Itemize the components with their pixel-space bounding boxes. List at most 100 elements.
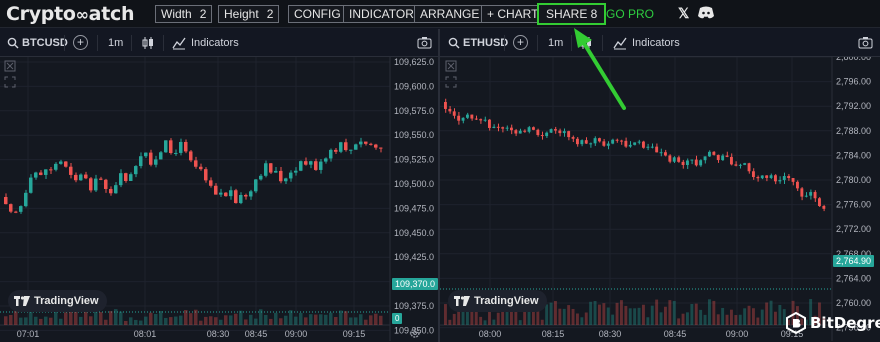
timeframe-selector[interactable]: 1m bbox=[108, 37, 123, 49]
top-toolbar: Crypto∞atch Width 2 Height 2 CONFIG INDICA… bbox=[0, 0, 880, 28]
candle-body bbox=[514, 130, 518, 134]
symbol-label[interactable]: BTCUSD bbox=[22, 37, 68, 49]
candle-body bbox=[725, 155, 729, 157]
y-tick-label: 2,772.00 bbox=[836, 224, 871, 234]
x-tick-label: 08:30 bbox=[599, 329, 622, 339]
add-chart-button[interactable]: + CHART bbox=[481, 5, 545, 23]
candle-body bbox=[54, 163, 58, 170]
volume-bar bbox=[379, 315, 383, 325]
fullscreen-icon[interactable] bbox=[445, 76, 457, 88]
candle-body bbox=[562, 131, 566, 134]
height-selector[interactable]: Height 2 bbox=[218, 5, 280, 23]
volume-bar bbox=[324, 314, 328, 325]
volume-bar bbox=[690, 304, 694, 325]
volume-bar bbox=[89, 316, 93, 325]
candle-body bbox=[611, 139, 615, 144]
candle-body bbox=[199, 166, 203, 170]
bitdegree-brand: BitDegree bbox=[786, 312, 880, 334]
indicators-button[interactable]: Indicators bbox=[191, 37, 239, 49]
candle-body bbox=[259, 175, 263, 180]
arrange-button[interactable]: ARRANGE bbox=[414, 5, 486, 23]
volume-bar bbox=[359, 314, 363, 325]
candle-body bbox=[79, 174, 83, 181]
discord-icon[interactable] bbox=[698, 6, 714, 19]
candle-body bbox=[194, 160, 198, 167]
y-tick-label: 109,425.0 bbox=[394, 252, 434, 262]
go-pro-link[interactable]: GO PRO bbox=[606, 7, 654, 21]
candle-body bbox=[169, 140, 173, 154]
candle-body bbox=[576, 138, 579, 145]
x-tick-label: 08:45 bbox=[245, 329, 268, 339]
camera-icon[interactable] bbox=[417, 36, 432, 49]
x-icon[interactable]: 𝕏 bbox=[678, 5, 689, 22]
candle-body bbox=[289, 172, 293, 179]
camera-icon[interactable] bbox=[858, 36, 873, 49]
indicators-icon[interactable] bbox=[172, 36, 186, 50]
chart-panel-btcusd[interactable]: BTCUSD + 1m Indicators 109,625.0 109,600.… bbox=[0, 29, 439, 342]
x-tick-label: 08:15 bbox=[542, 329, 565, 339]
x-tick-label: 08:00 bbox=[479, 329, 502, 339]
x-tick-label: 09:00 bbox=[726, 329, 749, 339]
volume-bar bbox=[64, 312, 68, 325]
volume-zero-tag: 0 bbox=[392, 313, 403, 324]
cryptowatch-logo[interactable]: Crypto∞atch bbox=[6, 3, 134, 25]
candle-style-icon[interactable] bbox=[142, 36, 154, 50]
tradingview-label: TradingView bbox=[474, 295, 539, 307]
indicators-button[interactable]: Indicators bbox=[632, 37, 680, 49]
candle-body bbox=[699, 160, 703, 166]
y-tick-label: 109,575.0 bbox=[394, 106, 434, 116]
candle-body bbox=[510, 127, 513, 131]
volume-bar bbox=[558, 308, 562, 325]
candle-body bbox=[24, 192, 28, 207]
chart-panel-ethusd[interactable]: ETHUSD + 1m Indicators 2,800.00 2,796.00 2… bbox=[440, 29, 880, 342]
volume-bar bbox=[179, 315, 183, 325]
volume-bar bbox=[224, 315, 228, 325]
collapse-icon[interactable] bbox=[4, 60, 16, 72]
candle-body bbox=[791, 178, 795, 182]
candle-body bbox=[589, 143, 593, 145]
candle-body bbox=[567, 131, 571, 138]
candle-body bbox=[804, 195, 808, 197]
width-selector[interactable]: Width 2 bbox=[155, 5, 213, 23]
volume-bar bbox=[721, 307, 725, 325]
collapse-icon[interactable] bbox=[445, 60, 457, 72]
candle-body bbox=[818, 198, 821, 207]
candle-body bbox=[99, 178, 103, 180]
candle-body bbox=[549, 129, 553, 133]
candle-body bbox=[114, 185, 118, 194]
candle-body bbox=[681, 161, 685, 166]
fullscreen-icon[interactable] bbox=[4, 76, 16, 88]
candle-body bbox=[452, 111, 456, 116]
symbol-label[interactable]: ETHUSD bbox=[463, 37, 508, 49]
candle-body bbox=[349, 149, 353, 151]
y-tick-label: 109,475.0 bbox=[394, 203, 434, 213]
header-divider bbox=[64, 35, 65, 51]
compare-plus-icon[interactable]: + bbox=[513, 35, 528, 50]
volume-bar bbox=[59, 318, 63, 325]
candle-body bbox=[344, 142, 348, 151]
height-label: Height bbox=[224, 7, 259, 21]
candle-body bbox=[738, 164, 742, 166]
candle-body bbox=[89, 178, 93, 191]
chart-header: ETHUSD + 1m Indicators bbox=[440, 29, 880, 57]
search-icon[interactable] bbox=[448, 37, 460, 49]
volume-bar bbox=[624, 305, 628, 325]
candle-body bbox=[64, 161, 68, 167]
volume-bar bbox=[269, 318, 273, 325]
settings-gear-icon[interactable] bbox=[409, 327, 421, 339]
volume-bar bbox=[44, 316, 48, 325]
indicator-button[interactable]: INDICATOR bbox=[343, 5, 420, 23]
y-tick-label: 2,784.00 bbox=[836, 150, 871, 160]
header-divider bbox=[97, 35, 98, 51]
candle-body bbox=[49, 169, 53, 171]
candle-body bbox=[448, 108, 452, 112]
compare-plus-icon[interactable]: + bbox=[73, 35, 88, 50]
share-button[interactable]: SHARE 8 bbox=[537, 3, 607, 25]
volume-bar bbox=[34, 316, 38, 325]
volume-bar bbox=[518, 320, 522, 325]
candle-body bbox=[129, 174, 133, 181]
search-icon[interactable] bbox=[7, 37, 19, 49]
candle-body bbox=[822, 206, 826, 209]
config-button[interactable]: CONFIG bbox=[288, 5, 347, 23]
candle-body bbox=[496, 126, 500, 128]
